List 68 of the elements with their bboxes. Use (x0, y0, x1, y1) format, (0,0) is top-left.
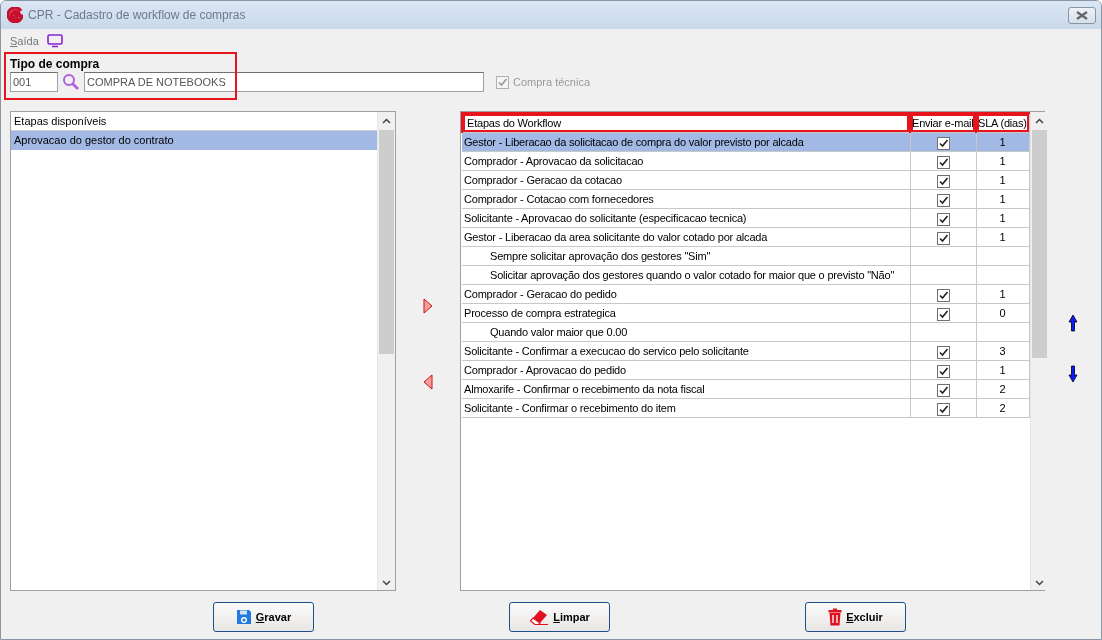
monitor-icon[interactable] (46, 34, 63, 48)
clear-button[interactable]: Limpar (509, 602, 610, 632)
checkbox[interactable] (936, 174, 950, 188)
table-cell[interactable]: Almoxarife - Confirmar o recebimento da nota fiscal (462, 379, 910, 399)
list-item[interactable]: Aprovacao do gestor do contrato (11, 131, 377, 150)
menu-item[interactable]: Saída (10, 35, 39, 47)
eraser-icon (529, 609, 550, 625)
scrollbar[interactable] (377, 112, 395, 590)
move-right-icon[interactable] (423, 298, 433, 314)
close-icon (1076, 10, 1088, 20)
table-cell: 1 (976, 132, 1029, 152)
checkbox-label: Compra técnica (513, 76, 591, 88)
table-cell: Solicitar aprovação dos gestores quando o valor cotado for maior que o previsto "Não" (462, 265, 910, 285)
scrollbar[interactable] (1029, 112, 1048, 590)
scroll-down-icon[interactable] (1034, 580, 1044, 586)
table-cell: 1 (976, 170, 1029, 190)
description-field[interactable]: COMPRA DE NOTEBOOKS (84, 72, 484, 92)
move-up-icon[interactable] (1068, 314, 1078, 332)
code-field[interactable]: 001 (10, 72, 58, 92)
table-cell: 0 (976, 303, 1029, 323)
table-cell: 2 (976, 398, 1029, 418)
table-cell: Quando valor maior que 0.00 (462, 322, 910, 342)
checkbox[interactable] (936, 288, 950, 302)
table-cell: 2 (976, 379, 1029, 399)
checkbox[interactable] (936, 402, 950, 416)
checkbox[interactable] (936, 307, 950, 321)
save-button[interactable]: Gravar (213, 602, 314, 632)
table-cell[interactable]: Comprador - Aprovacao da solicitacao (462, 151, 910, 171)
checkbox[interactable] (936, 136, 950, 150)
window-title: CPR - Cadastro de workflow de compras (28, 8, 247, 22)
column-header: Etapas do Workflow (462, 113, 910, 133)
table-cell: 1 (976, 284, 1029, 304)
checkbox[interactable] (936, 193, 950, 207)
table-cell[interactable]: Comprador - Cotacao com fornecedores (462, 189, 910, 209)
table-cell[interactable]: Gestor - Liberacao da area solicitante do valor cotado por alcada (462, 227, 910, 247)
table-cell: 3 (976, 341, 1029, 361)
table-cell[interactable]: Comprador - Aprovacao do pedido (462, 360, 910, 380)
checkbox[interactable] (936, 345, 950, 359)
table-cell[interactable]: Solicitante - Confirmar a execucao do servico pelo solicitante (462, 341, 910, 361)
table-cell: 1 (976, 208, 1029, 228)
move-left-icon[interactable] (423, 374, 433, 390)
checkbox[interactable] (936, 364, 950, 378)
close-button[interactable] (1068, 6, 1096, 24)
scroll-up-icon[interactable] (1034, 118, 1044, 124)
table-cell: 1 (976, 189, 1029, 209)
table-cell: Sempre solicitar aprovação dos gestores "Sim" (462, 246, 910, 266)
checkbox[interactable] (936, 212, 950, 226)
table-cell[interactable]: Solicitante - Aprovacao do solicitante (especificacao tecnica) (462, 208, 910, 228)
table-cell: 1 (976, 360, 1029, 380)
table-cell: 1 (976, 151, 1029, 171)
move-down-icon[interactable] (1068, 365, 1078, 383)
column-header: Enviar e-mail (910, 113, 976, 133)
scroll-down-icon[interactable] (382, 580, 391, 586)
search-icon[interactable] (62, 73, 80, 91)
checkbox[interactable] (936, 155, 950, 169)
table-cell: 1 (976, 227, 1029, 247)
checkbox[interactable] (936, 383, 950, 397)
delete-button[interactable]: Excluir (805, 602, 906, 632)
table-cell[interactable]: Comprador - Geracao do pedido (462, 284, 910, 304)
app-logo-icon (7, 7, 23, 23)
table-cell[interactable]: Comprador - Geracao da cotacao (462, 170, 910, 190)
table-cell[interactable]: Gestor - Liberacao da solicitacao de compra do valor previsto por alcada (462, 132, 910, 152)
table-cell[interactable]: Processo de compra estrategica (462, 303, 910, 323)
checkbox[interactable] (936, 231, 950, 245)
trash-icon (828, 608, 843, 626)
scroll-up-icon[interactable] (382, 118, 391, 124)
field-label: Tipo de compra (10, 57, 101, 72)
table-cell[interactable]: Solicitante - Confirmar o recebimento do item (462, 398, 910, 418)
